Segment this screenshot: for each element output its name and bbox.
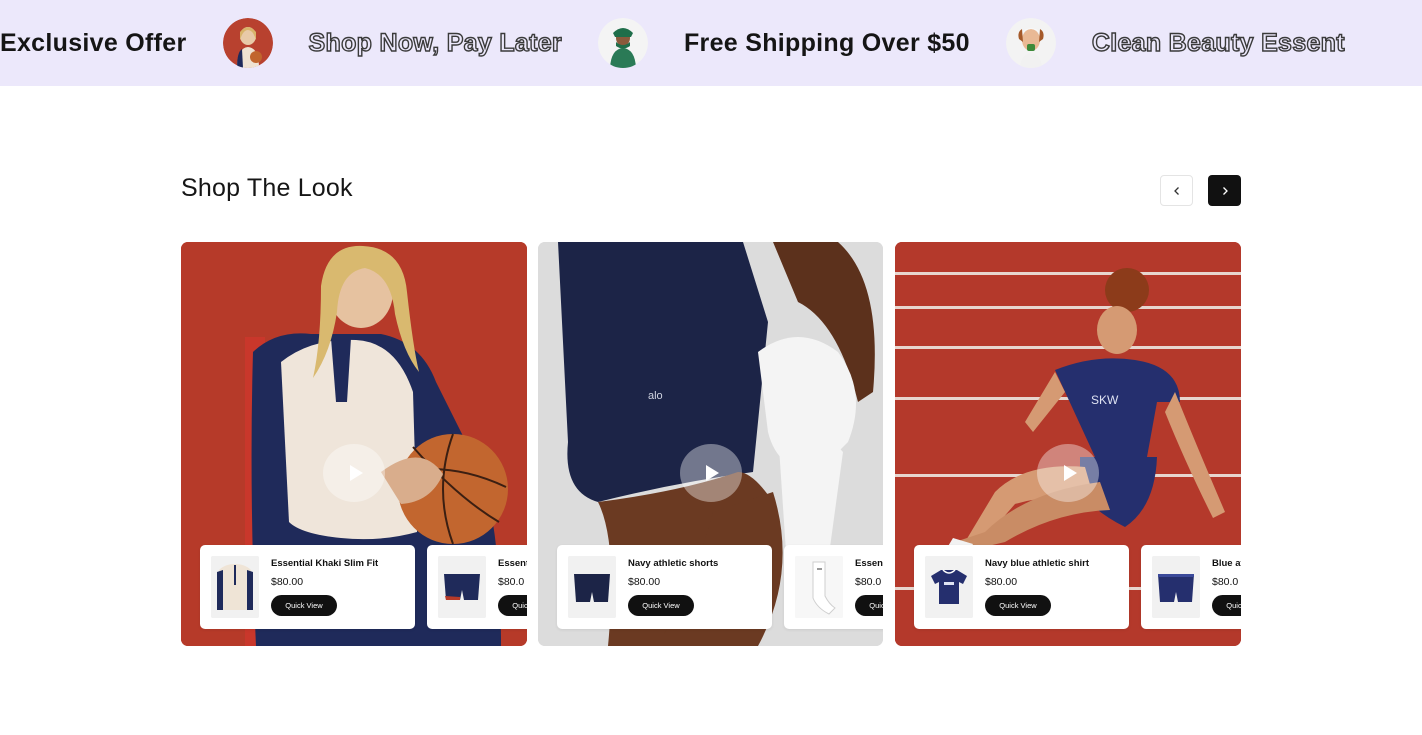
marquee-track: Exclusive Offer Shop Now, Pay Later Free… [0,0,1345,86]
marquee-text: Shop Now, Pay Later [308,28,563,57]
avatar [1005,18,1056,68]
play-icon [1063,465,1077,481]
product-card[interactable]: Navy athletic shorts $80.00 Quick View [557,545,772,629]
product-card[interactable]: Blue at $80.0 Quick View [1141,545,1241,629]
product-price: $80.00 [628,576,661,588]
product-thumbnail [438,556,486,618]
marquee-item: Exclusive Offer [0,18,309,68]
quick-view-button[interactable]: Quick View [498,595,527,616]
product-name: Essential Khaki Slim Fit [271,558,379,569]
marquee-item: Shop Now, Pay Later [308,18,684,68]
product-thumbnail [568,556,616,618]
product-card[interactable]: Navy blue athletic shirt $80.00 Quick Vi… [914,545,1129,629]
quick-view-button[interactable]: Quick View [985,595,1051,616]
marquee-text: Free Shipping Over $50 [683,28,970,57]
product-price: $80.00 [271,576,304,588]
marquee-item: Clean Beauty Essent [1091,28,1345,58]
product-card[interactable]: Essential Khaki Slim Fit $80.00 Quick Vi… [200,545,415,629]
play-video-button[interactable] [323,444,385,502]
carousel-next-button[interactable] [1208,175,1241,206]
product-name: Blue at [1212,558,1241,569]
product-price: $80.0 [855,576,882,588]
chevron-left-icon [1173,186,1179,195]
product-thumbnail [925,556,973,618]
product-thumbnail [1152,556,1200,618]
play-icon [706,465,719,481]
product-name: Essent [498,558,527,569]
play-video-button[interactable] [679,444,742,502]
play-icon [349,465,363,481]
section-title: Shop The Look [181,174,353,202]
product-name: Navy blue athletic shirt [985,558,1090,569]
quick-view-button[interactable]: Quick View [855,595,883,616]
play-video-button[interactable] [1037,444,1099,502]
look-card[interactable]: SKW Navy blue athletic shirt $80.00 Quic… [895,242,1241,646]
avatar [597,18,648,68]
look-card[interactable]: alo Navy athletic shorts $80.00 Quick Vi… [538,242,883,646]
marquee-text: Clean Beauty Essent [1091,28,1345,57]
product-price: $80.00 [985,576,1018,588]
quick-view-button[interactable]: Quick View [271,595,337,616]
product-name: Essent [855,558,883,569]
product-thumbnail [211,556,259,618]
product-name: Navy athletic shorts [628,558,719,569]
quick-view-button[interactable]: Quick View [1212,595,1241,616]
svg-text:alo: alo [648,390,663,402]
look-card[interactable]: Essential Khaki Slim Fit $80.00 Quick Vi… [181,242,527,646]
promo-marquee: Exclusive Offer Shop Now, Pay Later Free… [0,0,1422,86]
quick-view-button[interactable]: Quick View [628,595,694,616]
svg-text:SKW: SKW [1091,393,1119,407]
product-card[interactable]: Essent $80.0 Quick View [784,545,883,629]
product-thumbnail [795,556,843,618]
chevron-right-icon [1222,186,1228,195]
marquee-item: Free Shipping Over $50 [684,18,1092,68]
marquee-text: Exclusive Offer [0,28,187,57]
carousel-prev-button[interactable] [1160,175,1193,206]
avatar [222,18,273,68]
product-price: $80.0 [498,576,525,588]
product-card[interactable]: Essent $80.0 Quick View [427,545,527,629]
product-price: $80.0 [1212,576,1239,588]
